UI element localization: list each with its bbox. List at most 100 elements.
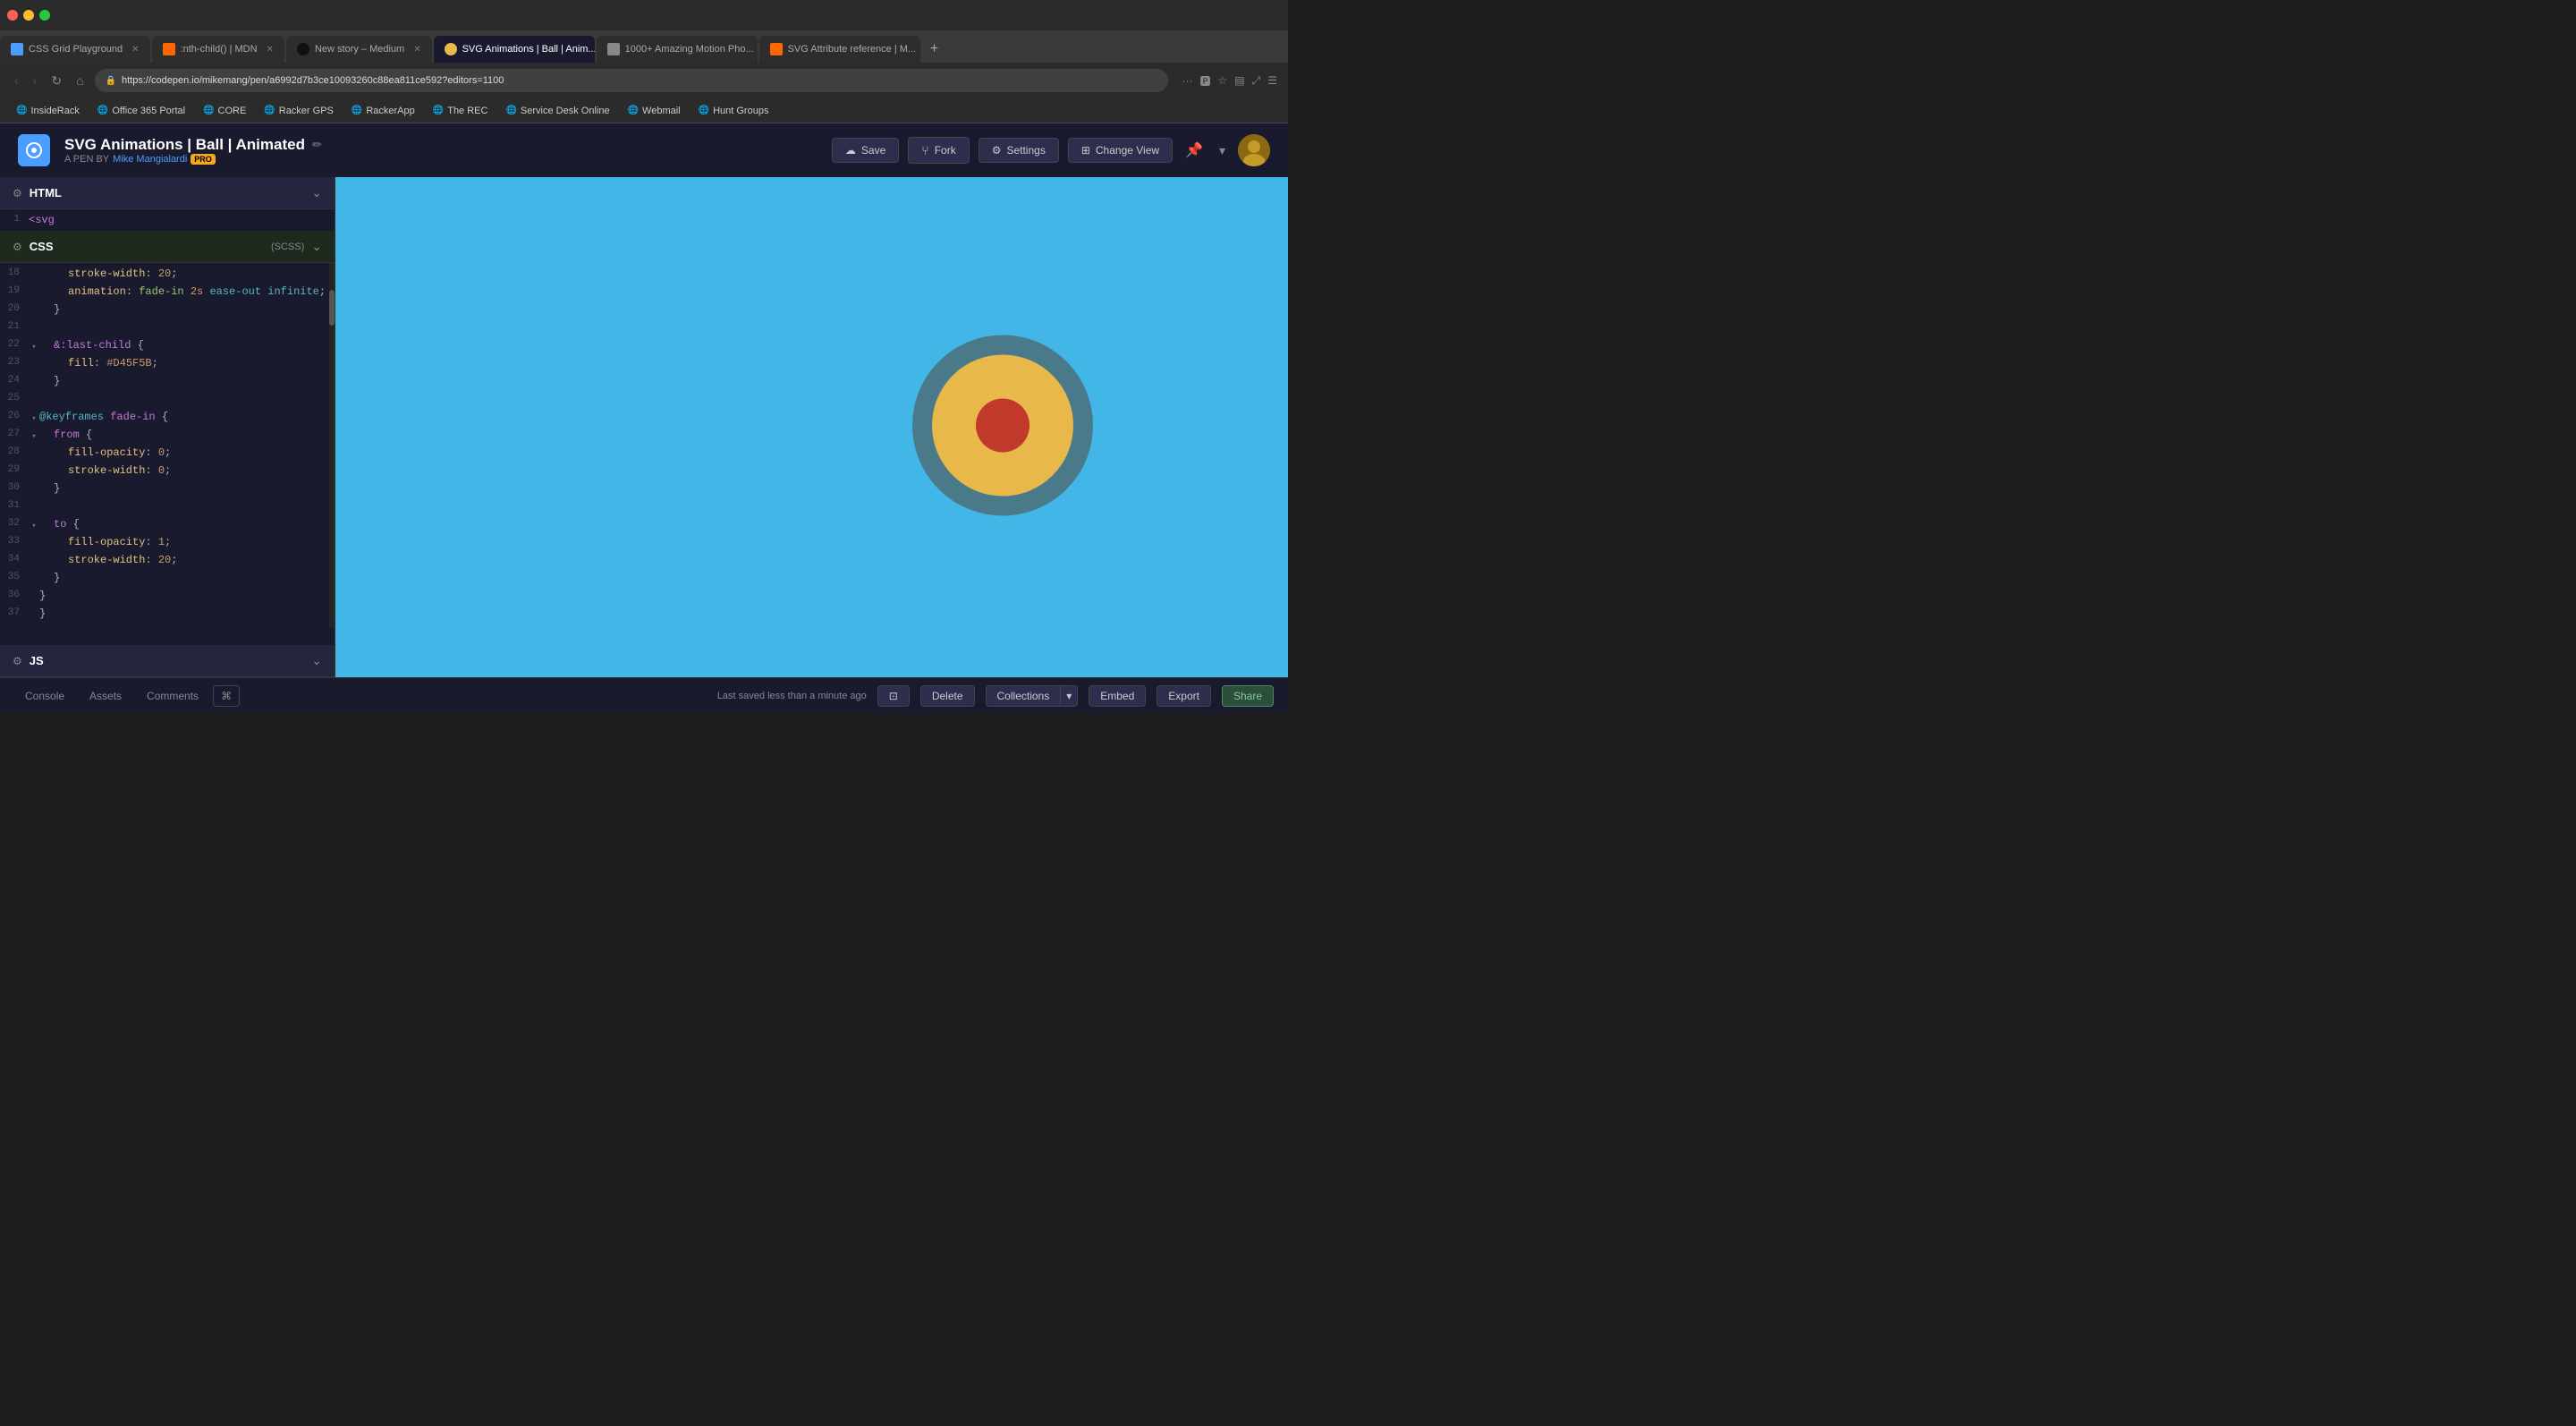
bookmark-racker-gps[interactable]: 🌐 Racker GPS xyxy=(257,103,341,119)
nav-back-button[interactable]: ‹ xyxy=(11,70,22,91)
address-bar[interactable]: 🔒 https://codepen.io/mikemang/pen/a6992d… xyxy=(95,69,1168,92)
line-number: 21 xyxy=(0,321,29,332)
bookmark-core[interactable]: 🌐 CORE xyxy=(196,103,253,119)
html-expand-icon[interactable]: ⌄ xyxy=(311,185,322,200)
tab-svg-anim[interactable]: SVG Animations | Ball | Anim... ✕ xyxy=(434,36,595,63)
bookmark-racker-app[interactable]: 🌐 RackerApp xyxy=(344,103,422,119)
tab-new-story[interactable]: New story – Medium ✕ xyxy=(286,36,432,63)
nav-menu-button[interactable]: ··· xyxy=(1182,74,1193,87)
collapse-arrow[interactable]: ▾ xyxy=(29,429,39,445)
nav-star-icon[interactable]: ☆ xyxy=(1218,74,1228,87)
keyboard-shortcut-icon[interactable]: ⌘ xyxy=(213,685,240,707)
save-button[interactable]: ☁ Save xyxy=(832,138,899,163)
fork-icon: ⑂ xyxy=(921,143,928,157)
scrollbar-track[interactable] xyxy=(329,263,335,628)
tab-favicon xyxy=(297,43,309,55)
assets-tab-label: Assets xyxy=(89,690,122,702)
code-line: 20 } xyxy=(0,302,335,320)
scrollbar-thumb[interactable] xyxy=(329,290,335,326)
css-settings-icon[interactable]: ⚙ xyxy=(13,241,22,253)
delete-button[interactable]: Delete xyxy=(920,685,975,707)
traffic-light-close[interactable] xyxy=(7,10,18,21)
share-label: Share xyxy=(1233,690,1262,702)
tab-css-grid[interactable]: CSS Grid Playground ✕ xyxy=(0,36,150,63)
change-view-button[interactable]: ⊞ Change View xyxy=(1068,138,1173,163)
nav-hamburger-icon[interactable]: ☰ xyxy=(1267,74,1277,87)
js-expand-icon[interactable]: ⌄ xyxy=(311,653,322,668)
collapse-arrow[interactable]: ▾ xyxy=(29,518,39,534)
css-panel-header[interactable]: ⚙ CSS (SCSS) ⌄ xyxy=(0,231,335,263)
collections-dropdown-button[interactable]: ▾ xyxy=(1061,685,1078,707)
assets-tab[interactable]: Assets xyxy=(79,686,132,706)
html-section: ⚙ HTML ⌄ 1 <svg xyxy=(0,177,335,231)
collapse-arrow xyxy=(29,375,39,391)
js-panel-header[interactable]: ⚙ JS ⌄ xyxy=(0,645,335,677)
comments-tab[interactable]: Comments xyxy=(136,686,209,706)
external-link-button[interactable]: ⊡ xyxy=(877,685,910,707)
embed-button[interactable]: Embed xyxy=(1089,685,1146,707)
line-number: 30 xyxy=(0,482,29,493)
tab-1000-motion[interactable]: 1000+ Amazing Motion Pho... ✕ xyxy=(597,36,758,63)
collapse-arrow[interactable]: ▾ xyxy=(29,411,39,427)
code-line: 21 xyxy=(0,320,335,338)
bookmark-label: Webmail xyxy=(642,106,681,116)
delete-label: Delete xyxy=(932,690,963,702)
css-section: ⚙ CSS (SCSS) ⌄ 18 stroke-width: 20; 19 a… xyxy=(0,231,335,645)
bookmark-webmail[interactable]: 🌐 Webmail xyxy=(621,103,688,119)
nav-bookmark-list-icon[interactable]: ▤ xyxy=(1234,74,1244,87)
line-content: fill-opacity: 0; xyxy=(68,446,335,459)
line-number: 20 xyxy=(0,303,29,314)
collapse-arrow xyxy=(29,554,39,570)
pin-button[interactable]: 📌 xyxy=(1182,138,1207,163)
edit-title-icon[interactable]: ✏ xyxy=(312,138,322,152)
avatar xyxy=(1238,134,1270,166)
bookmark-icon: 🌐 xyxy=(264,106,275,115)
nav-forward-button[interactable]: › xyxy=(30,70,41,91)
traffic-light-minimize[interactable] xyxy=(23,10,34,21)
tab-close-icon[interactable]: ✕ xyxy=(267,45,274,55)
css-expand-icon[interactable]: ⌄ xyxy=(311,239,322,254)
fork-button[interactable]: ⑂ Fork xyxy=(908,137,969,164)
bottom-bar: Console Assets Comments ⌘ Last saved les… xyxy=(0,677,1288,713)
traffic-light-fullscreen[interactable] xyxy=(39,10,50,21)
html-code-area: 1 <svg xyxy=(0,209,335,231)
bookmark-the-rec[interactable]: 🌐 The REC xyxy=(426,103,496,119)
html-panel-header[interactable]: ⚙ HTML ⌄ xyxy=(0,177,335,209)
bookmarks-bar: 🌐 InsideRack 🌐 Office 365 Portal 🌐 CORE … xyxy=(0,98,1288,123)
nav-pocket-icon[interactable]: 🅿 xyxy=(1200,73,1211,89)
expand-header-button[interactable]: ▾ xyxy=(1216,140,1229,162)
code-line: 36 } xyxy=(0,589,335,607)
browser-tabs-bar: CSS Grid Playground ✕ :nth-child() | MDN… xyxy=(0,30,1288,63)
bookmark-label: CORE xyxy=(218,106,247,116)
js-settings-icon[interactable]: ⚙ xyxy=(13,655,22,667)
bookmark-insiderack[interactable]: 🌐 InsideRack xyxy=(9,103,87,119)
tab-add-button[interactable]: + xyxy=(922,36,947,63)
tab-label: 1000+ Amazing Motion Pho... xyxy=(625,44,754,55)
bookmark-hunt-groups[interactable]: 🌐 Hunt Groups xyxy=(691,103,776,119)
console-tab[interactable]: Console xyxy=(14,686,75,706)
collections-button[interactable]: Collections xyxy=(986,685,1062,707)
html-settings-icon[interactable]: ⚙ xyxy=(13,187,22,199)
bookmark-service-desk[interactable]: 🌐 Service Desk Online xyxy=(498,103,616,119)
tab-close-icon[interactable]: ✕ xyxy=(413,45,420,55)
line-number: 31 xyxy=(0,500,29,511)
nav-refresh-button[interactable]: ↻ xyxy=(47,70,65,92)
line-number: 18 xyxy=(0,267,29,278)
collapse-arrow[interactable]: ▾ xyxy=(29,339,39,355)
bookmark-office365[interactable]: 🌐 Office 365 Portal xyxy=(90,103,192,119)
export-button[interactable]: Export xyxy=(1157,685,1211,707)
code-line: 19 animation: fade-in 2s ease-out infini… xyxy=(0,284,335,302)
tab-nth-child[interactable]: :nth-child() | MDN ✕ xyxy=(152,36,284,63)
tab-favicon xyxy=(445,43,457,55)
tab-favicon xyxy=(607,43,620,55)
share-button[interactable]: Share xyxy=(1222,685,1274,707)
tab-close-icon[interactable]: ✕ xyxy=(131,45,139,55)
settings-button[interactable]: ⚙ Settings xyxy=(979,138,1059,163)
ball-animation xyxy=(904,327,1101,528)
js-section: ⚙ JS ⌄ xyxy=(0,645,335,677)
tab-svg-attr[interactable]: SVG Attribute reference | M... ✕ xyxy=(759,36,920,63)
external-link-icon: ⊡ xyxy=(889,690,898,702)
nav-sync-icon[interactable]: ⤢ xyxy=(1252,74,1261,88)
line-content: } xyxy=(39,607,335,620)
nav-home-button[interactable]: ⌂ xyxy=(72,70,87,91)
